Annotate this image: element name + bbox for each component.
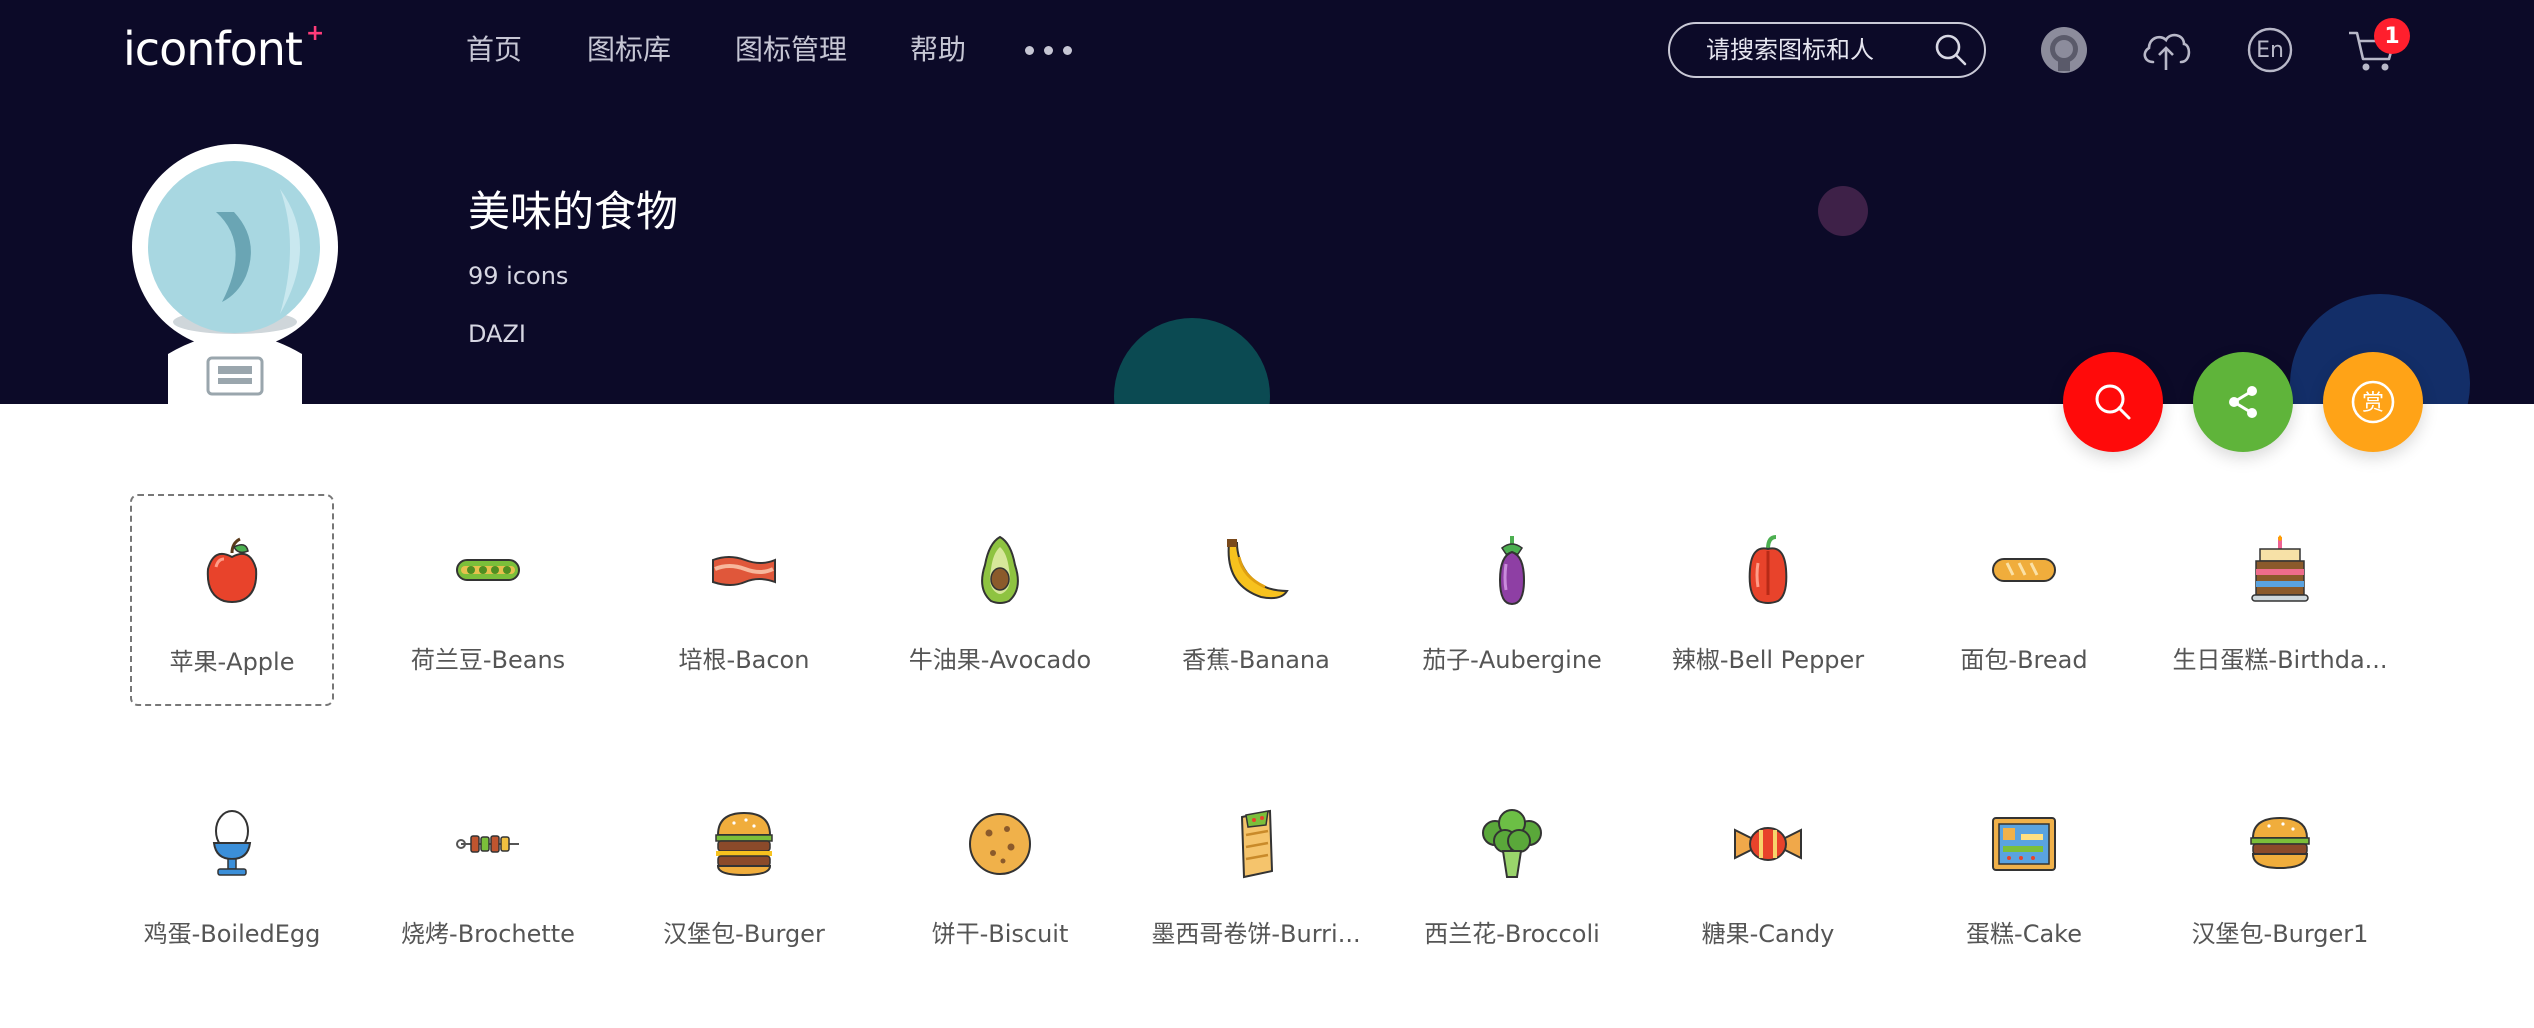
icon-card[interactable]: 墨西哥卷饼-Burri... bbox=[1151, 768, 1361, 980]
icon-card[interactable]: 烧烤-Brochette bbox=[386, 768, 590, 980]
language-switch-icon[interactable]: En bbox=[2244, 24, 2296, 76]
icon-card[interactable]: 西兰花-Broccoli bbox=[1410, 768, 1614, 980]
collection-header: iconfont+ 首页 图标库 图标管理 帮助 En 1 bbox=[0, 0, 2534, 404]
nav-icon-library[interactable]: 图标库 bbox=[587, 28, 671, 72]
brochette-icon bbox=[448, 804, 528, 884]
search-collection-button[interactable] bbox=[2063, 352, 2163, 452]
reward-icon: 赏 bbox=[2351, 380, 2395, 424]
aubergine-icon bbox=[1472, 530, 1552, 610]
icon-card[interactable]: 荷兰豆-Beans bbox=[386, 494, 590, 706]
icon-card[interactable]: 蛋糕-Cake bbox=[1922, 768, 2126, 980]
logo-text: iconfont bbox=[123, 22, 303, 76]
biscuit-icon bbox=[960, 804, 1040, 884]
apple-icon bbox=[192, 532, 272, 612]
cart-count-badge: 1 bbox=[2374, 18, 2410, 54]
collection-author[interactable]: DAZI bbox=[468, 320, 526, 348]
share-icon bbox=[2229, 386, 2257, 418]
bell-pepper-icon bbox=[1728, 530, 1808, 610]
icon-card[interactable]: 香蕉-Banana bbox=[1154, 494, 1358, 706]
nav-icon-management[interactable]: 图标管理 bbox=[735, 28, 847, 72]
icon-card-label: 香蕉-Banana bbox=[1182, 646, 1330, 674]
icon-count: 99 icons bbox=[468, 262, 569, 290]
nav-help[interactable]: 帮助 bbox=[910, 28, 966, 72]
burger-icon bbox=[704, 804, 784, 884]
banana-icon bbox=[1216, 530, 1296, 610]
broccoli-icon bbox=[1472, 804, 1552, 884]
iconfont-logo[interactable]: iconfont + bbox=[123, 14, 324, 84]
collection-avatar bbox=[130, 144, 340, 404]
icon-card[interactable]: 培根-Bacon bbox=[642, 494, 846, 706]
decor-circle-purple bbox=[1818, 186, 1868, 236]
language-label: En bbox=[2256, 37, 2284, 63]
icon-card-label: 鸡蛋-BoiledEgg bbox=[143, 920, 321, 948]
icon-card-label: 面包-Bread bbox=[1960, 646, 2088, 674]
icon-card[interactable]: 汉堡包-Burger1 bbox=[2178, 768, 2382, 980]
icon-card-label: 荷兰豆-Beans bbox=[410, 646, 566, 674]
burger1-icon bbox=[2240, 804, 2320, 884]
icon-card[interactable]: 茄子-Aubergine bbox=[1410, 494, 1614, 706]
icon-card-label: 牛油果-Avocado bbox=[908, 646, 1092, 674]
icon-card[interactable]: 生日蛋糕-Birthda... bbox=[2172, 494, 2388, 706]
share-button[interactable] bbox=[2193, 352, 2293, 452]
icon-card-label: 茄子-Aubergine bbox=[1422, 646, 1602, 674]
beans-icon bbox=[448, 530, 528, 610]
icon-card-label: 汉堡包-Burger1 bbox=[2191, 920, 2369, 948]
icon-card[interactable]: 辣椒-Bell Pepper bbox=[1666, 494, 1870, 706]
icon-card-label: 蛋糕-Cake bbox=[1966, 920, 2082, 948]
icon-card[interactable]: 汉堡包-Burger bbox=[642, 768, 846, 980]
boiled-egg-icon bbox=[192, 804, 272, 884]
icon-card-label: 糖果-Candy bbox=[1701, 920, 1835, 948]
bread-icon bbox=[1984, 530, 2064, 610]
collection-title: 美味的食物 bbox=[468, 187, 679, 236]
icon-card-label: 培根-Bacon bbox=[678, 646, 810, 674]
upload-cloud-icon[interactable] bbox=[2140, 24, 2192, 76]
icon-card-label: 辣椒-Bell Pepper bbox=[1671, 646, 1865, 674]
candy-icon bbox=[1728, 804, 1808, 884]
search-input[interactable] bbox=[1704, 35, 1934, 65]
top-nav: iconfont+ 首页 图标库 图标管理 帮助 En 1 bbox=[0, 0, 2534, 100]
reward-button[interactable]: 赏 bbox=[2323, 352, 2423, 452]
icon-card-label: 汉堡包-Burger bbox=[663, 920, 825, 948]
svg-text:赏: 赏 bbox=[2362, 391, 2384, 416]
icon-card-label: 饼干-Biscuit bbox=[931, 920, 1069, 948]
icon-card-label: 生日蛋糕-Birthda... bbox=[2172, 646, 2388, 674]
logo-plus: + bbox=[305, 20, 324, 46]
icon-card[interactable]: 饼干-Biscuit bbox=[898, 768, 1102, 980]
icon-card[interactable]: 苹果-Apple bbox=[130, 494, 334, 706]
birthday-cake-icon bbox=[2240, 530, 2320, 610]
more-menu-icon[interactable] bbox=[1025, 46, 1072, 55]
cake-icon bbox=[1984, 804, 2064, 884]
icon-card[interactable]: 鸡蛋-BoiledEgg bbox=[130, 768, 334, 980]
icon-card[interactable]: 牛油果-Avocado bbox=[898, 494, 1102, 706]
icon-card[interactable]: 面包-Bread bbox=[1922, 494, 2126, 706]
burrito-icon bbox=[1216, 804, 1296, 884]
icon-card-label: 苹果-Apple bbox=[169, 648, 295, 676]
nav-home[interactable]: 首页 bbox=[466, 28, 522, 72]
icon-card-label: 墨西哥卷饼-Burri... bbox=[1151, 920, 1361, 948]
decor-circle-teal bbox=[1114, 318, 1270, 404]
icon-card-label: 西兰花-Broccoli bbox=[1424, 920, 1600, 948]
user-avatar-icon[interactable] bbox=[2038, 24, 2090, 76]
search-icon[interactable] bbox=[1934, 33, 1968, 67]
search-icon bbox=[2095, 384, 2131, 420]
avocado-icon bbox=[960, 530, 1040, 610]
icon-card-label: 烧烤-Brochette bbox=[401, 920, 575, 948]
icon-card[interactable]: 糖果-Candy bbox=[1666, 768, 1870, 980]
search-box bbox=[1668, 22, 1986, 78]
bacon-icon bbox=[704, 530, 784, 610]
